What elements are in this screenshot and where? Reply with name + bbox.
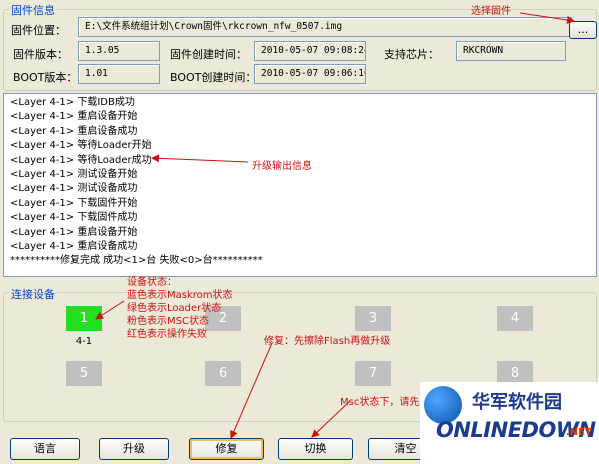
device-slot-4[interactable]: 4: [497, 306, 533, 331]
firmware-version-label: 固件版本：: [13, 48, 68, 61]
annotation-status-line: 粉色表示MSC状态: [127, 316, 209, 327]
log-line: <Layer 4-1> 重启设备开始: [10, 111, 138, 123]
log-output[interactable]: <Layer 4-1> 下载IDB成功 <Layer 4-1> 重启设备开始 <La…: [3, 93, 597, 277]
annotation-status-line: 蓝色表示Maskrom状态: [127, 290, 233, 301]
annotation-status-line: 红色表示操作失败: [127, 329, 207, 340]
firmware-location-field[interactable]: E:\文件系统组计划\Crown固件\rkcrown_nfw_0507.img: [78, 17, 572, 37]
upgrade-button[interactable]: 升级: [99, 438, 169, 460]
watermark-cn: 华军软件园: [472, 392, 562, 413]
device-slot-6[interactable]: 6: [205, 361, 241, 386]
watermark-suffix: .NET: [566, 427, 592, 438]
firmware-version-field: 1.3.05: [78, 41, 160, 61]
boot-version-field: 1.01: [78, 64, 160, 84]
log-line: <Layer 4-1> 重启设备开始: [10, 226, 138, 238]
device-slot-7[interactable]: 7: [355, 361, 391, 386]
annotation-status-line: 绿色表示Loader状态: [127, 303, 222, 314]
log-line: **********修复完成 成功<1>台 失败<0>台**********: [10, 255, 263, 267]
devices-group-title: 连接设备: [9, 286, 57, 302]
browse-firmware-button[interactable]: ...: [569, 21, 597, 39]
boot-version-label: BOOT版本：: [13, 71, 78, 84]
watermark-box: 华军软件园 ONLINEDOWN .NET: [420, 382, 599, 464]
annotation-select-firmware: 选择固件: [471, 6, 511, 17]
boot-create-time-label: BOOT创建时间：: [170, 71, 257, 84]
boot-create-time-field: 2010-05-07 09:06:16: [254, 64, 366, 84]
switch-button[interactable]: 切换: [278, 438, 353, 460]
device-slot-label: 4-1: [75, 336, 93, 347]
annotation-device-status: 设备状态： 蓝色表示Maskrom状态 绿色表示Loader状态 粉色表示MSC状态红…: [127, 276, 233, 341]
device-slot-5[interactable]: 5: [66, 361, 102, 386]
log-line: <Layer 4-1> 测试设备成功: [10, 183, 138, 195]
chip-label: 支持芯片：: [384, 48, 439, 61]
repair-button[interactable]: 修复: [189, 438, 264, 460]
language-button[interactable]: 语言: [10, 438, 80, 460]
firmware-create-time-field: 2010-05-07 09:08:24: [254, 41, 366, 61]
annotation-msc: Msc状态下，请先: [340, 397, 420, 408]
log-line: <Layer 4-1> 下载固件开始: [10, 197, 138, 209]
device-slot-1[interactable]: 1: [66, 306, 102, 331]
log-line: <Layer 4-1> 等待Loader开始: [10, 140, 152, 152]
firmware-create-time-label: 固件创建时间：: [170, 48, 247, 61]
log-line: <Layer 4-1> 下载固件成功: [10, 212, 138, 224]
annotation-upgrade-output: 升级输出信息: [252, 161, 312, 172]
chip-field: RKCROWN: [456, 41, 566, 61]
annotation-repair: 修复：先擦除Flash再做升级: [264, 336, 391, 347]
log-line: <Layer 4-1> 下载IDB成功: [10, 97, 135, 108]
device-slot-3[interactable]: 3: [355, 306, 391, 331]
log-line: <Layer 4-1> 重启设备成功: [10, 125, 138, 137]
log-line: <Layer 4-1> 重启设备成功: [10, 240, 138, 252]
firmware-group-title: 固件信息: [9, 2, 57, 18]
annotation-status-line: 设备状态：: [127, 277, 177, 288]
firmware-location-label: 固件位置：: [11, 24, 66, 37]
